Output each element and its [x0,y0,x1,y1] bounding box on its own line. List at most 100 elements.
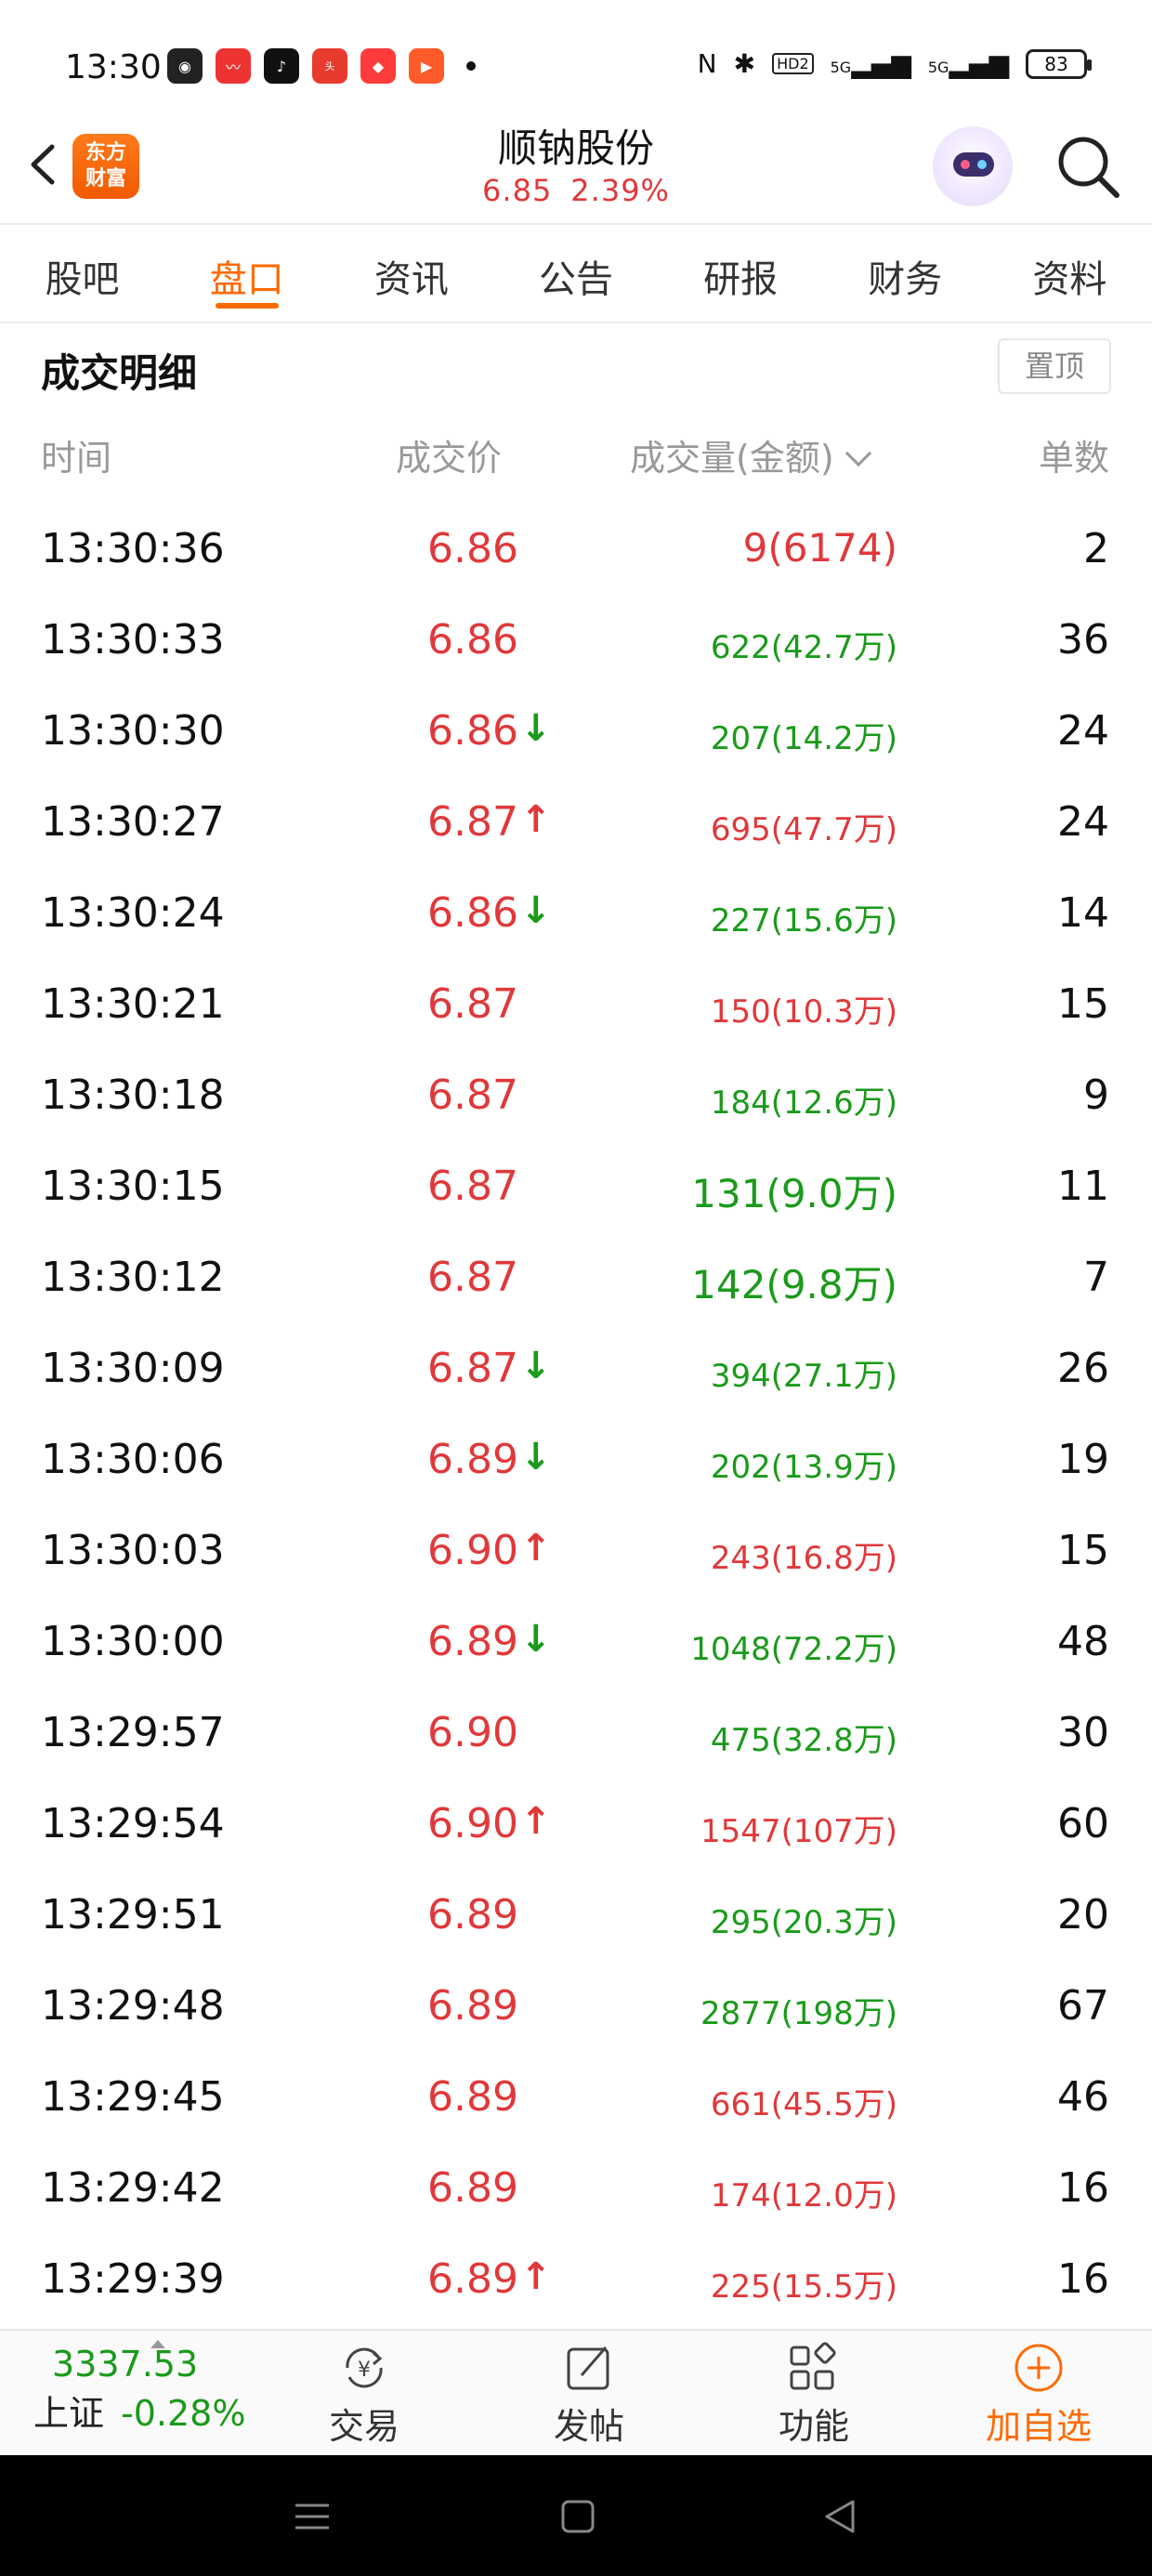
trade-time: 13:30:15 [41,1163,225,1210]
trade-row: 13:30:15 6.87 131(9.0万) 11 [0,1144,1152,1235]
trade-count: 20 [1057,1891,1109,1939]
functions-button[interactable]: 功能 [730,2340,897,2449]
trade-count: 26 [1057,1345,1109,1392]
video-icon: ▶ [409,48,444,84]
arrow-up-icon: ↑ [520,1527,552,1570]
trade-count: 36 [1057,616,1109,664]
status-indicators: N ✱ HD2 5G▂▄▆ 5G▂▄▆ 83 [698,48,1092,79]
trade-price: 6.89 [427,2255,518,2303]
trade-price: 6.90 [427,1800,518,1847]
add-watchlist-label: 加自选 [985,2406,1092,2447]
tab-guba[interactable]: 股吧 [0,227,164,322]
back-icon[interactable] [819,2496,860,2537]
tab-bar: 股吧 盘口 资讯 公告 研报 财务 资料 [0,227,1152,323]
trade-label: 交易 [328,2406,399,2447]
trade-row: 13:30:30 6.86 ↓ 207(14.2万) 24 [0,689,1152,780]
tab-research[interactable]: 研报 [659,227,823,322]
tab-announcements[interactable]: 公告 [493,227,658,322]
trade-time: 13:30:24 [41,889,225,937]
signal-icon-1: 5G▂▄▆ [830,48,911,79]
trade-time: 13:30:12 [41,1254,225,1301]
search-icon[interactable] [1052,130,1126,204]
trade-volume: 150(10.3万) [710,993,897,1031]
arrow-down-icon: ↓ [520,1345,552,1387]
trade-price: 6.87 [427,980,518,1028]
column-header-time: 时间 [41,438,112,479]
trade-volume: 174(12.0万) [710,2177,897,2215]
stock-change-pct: 2.39% [570,173,670,208]
trade-price: 6.89 [427,2164,518,2212]
trade-row: 13:30:09 6.87 ↓ 394(27.1万) 26 [0,1326,1152,1417]
trade-time: 13:29:39 [41,2255,225,2303]
trade-price: 6.89 [427,1982,518,2030]
add-watchlist-button[interactable]: 加自选 [955,2340,1122,2449]
caret-up-icon [151,2340,165,2348]
bottom-toolbar: 3337.53 上证 -0.28% ¥ 交易 发帖 功能 加自选 [0,2329,1152,2455]
trade-volume: 695(47.7万) [710,811,897,848]
arrow-down-icon: ↓ [520,1436,552,1479]
tab-news[interactable]: 资讯 [329,227,493,322]
trade-count: 16 [1057,2255,1109,2303]
section-title: 成交明细 [41,350,198,396]
trade-count: 16 [1057,2164,1109,2212]
status-bar: 13:30 ◉ 〰 ♪ 头 ◆ ▶ N ✱ HD2 5G▂▄▆ 5G▂▄▆ 83 [0,0,1152,130]
trade-price: 6.86 [427,889,518,937]
post-label: 发帖 [553,2406,624,2447]
trade-time: 13:29:45 [41,2073,225,2121]
column-header-volume[interactable]: 成交量(金额) [630,429,871,480]
pin-top-button[interactable]: 置顶 [998,338,1111,394]
trade-row: 13:29:39 6.89 ↑ 225(15.5万) 16 [0,2237,1152,2328]
bilibili-icon: ◉ [167,48,203,84]
index-ticker[interactable]: 3337.53 上证 -0.28% [33,2340,246,2436]
menu-icon[interactable] [292,2496,333,2537]
trade-time: 13:30:03 [41,1527,225,1574]
yuan-exchange-icon: ¥ [346,2347,383,2388]
arrow-down-icon: ↓ [520,707,552,750]
trade-time: 13:30:18 [41,1071,225,1119]
arrow-up-icon: ↑ [520,2255,552,2298]
trade-count: 19 [1057,1436,1109,1483]
stock-header: 东方 财富 顺钠股份 6.85 2.39% [0,112,1152,225]
more-notifications-dot [466,61,476,71]
post-button[interactable]: 发帖 [505,2340,673,2449]
shopping-icon: ◆ [360,48,396,84]
tab-pankou[interactable]: 盘口 [164,227,329,322]
index-change: -0.28% [121,2393,246,2434]
trade-count: 24 [1057,798,1109,846]
trade-price: 6.90 [427,1709,518,1756]
trade-time: 13:29:42 [41,2164,225,2212]
signal-icon-2: 5G▂▄▆ [927,48,1009,79]
grid-apps-icon [790,2342,836,2390]
chevron-down-icon [844,440,871,467]
trade-volume: 394(27.1万) [710,1358,897,1395]
trade-row: 13:30:27 6.87 ↑ 695(47.7万) 24 [0,780,1152,871]
trade-volume: 227(15.6万) [710,902,897,940]
trade-row: 13:29:48 6.89 2877(198万) 67 [0,1964,1152,2055]
trade-row: 13:30:06 6.89 ↓ 202(13.9万) 19 [0,1417,1152,1508]
trade-volume: 1547(107万) [700,1813,897,1850]
tab-finance[interactable]: 财务 [823,227,988,322]
trade-time: 13:30:00 [41,1618,225,1665]
trade-row: 13:30:36 6.86 9(6174) 2 [0,506,1152,598]
trade-time: 13:29:48 [41,1982,225,2030]
assistant-robot-avatar[interactable] [933,126,1013,206]
trade-row: 13:29:57 6.90 475(32.8万) 30 [0,1690,1152,1781]
trade-count: 11 [1057,1163,1109,1210]
trade-button[interactable]: ¥ 交易 [281,2340,448,2449]
trade-count: 9 [1083,1071,1109,1119]
trade-count: 60 [1057,1800,1109,1847]
trade-count: 14 [1057,889,1109,937]
trade-volume: 131(9.0万) [691,1171,897,1216]
trade-price: 6.86 [427,525,518,572]
functions-label: 功能 [778,2406,849,2447]
bluetooth-icon: ✱ [733,48,756,79]
trade-count: 15 [1057,980,1109,1028]
index-name: 上证 [33,2393,105,2434]
column-header-price: 成交价 [396,438,503,479]
home-icon[interactable] [557,2496,598,2537]
trade-row: 13:30:21 6.87 150(10.3万) 15 [0,962,1152,1053]
tab-profile[interactable]: 资料 [988,227,1152,322]
trade-price: 6.86 [427,707,518,755]
stock-price: 6.85 [482,173,553,208]
svg-text:¥: ¥ [358,2359,371,2382]
